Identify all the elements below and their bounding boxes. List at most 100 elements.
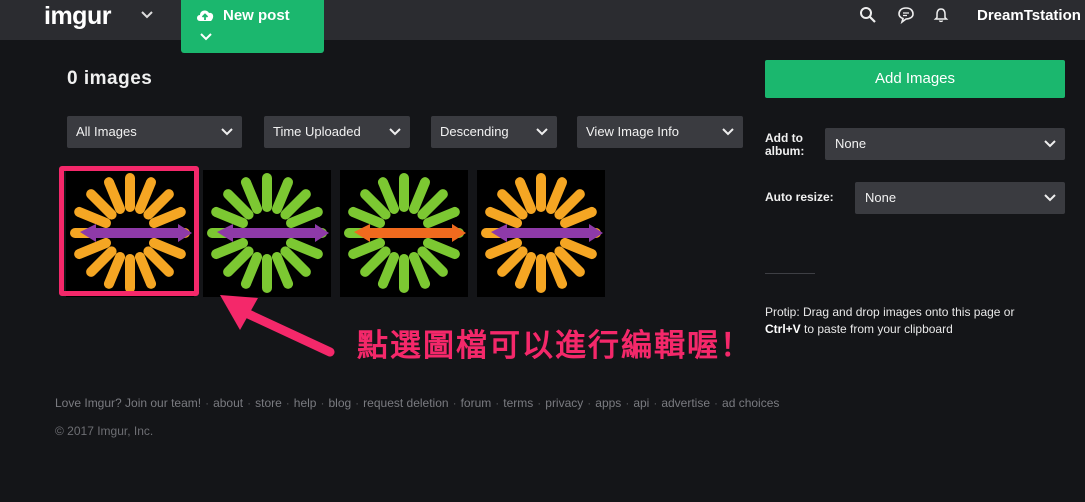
- spinner-spoke: [377, 252, 400, 289]
- selection-highlight-frame: [59, 166, 199, 296]
- footer-link[interactable]: advertise: [661, 396, 710, 410]
- spinner-spoke: [211, 237, 248, 260]
- spinner-spoke: [223, 246, 254, 277]
- dropdown-label: All Images: [76, 124, 137, 139]
- annotation-text: 點選圖檔可以進行編輯喔！: [357, 328, 753, 364]
- footer-separator: ·: [205, 396, 210, 410]
- image-thumbnail[interactable]: [477, 170, 605, 297]
- sort-time-dropdown[interactable]: Time Uploaded: [264, 116, 410, 148]
- album-label-line2: album:: [765, 144, 805, 158]
- arrow-bar-graphic: [491, 224, 603, 242]
- spinner-spoke: [417, 189, 448, 220]
- sort-order-dropdown[interactable]: Descending: [431, 116, 557, 148]
- spinner-spoke: [497, 246, 528, 277]
- dropdown-label: Descending: [440, 124, 509, 139]
- protip-tail: to paste from your clipboard: [800, 322, 953, 336]
- footer-separator: ·: [355, 396, 360, 410]
- footer-separator: ·: [495, 396, 500, 410]
- spinner-spoke: [223, 189, 254, 220]
- album-select-value: None: [835, 136, 867, 151]
- spinner-spoke: [423, 206, 460, 229]
- footer-link[interactable]: apps: [595, 396, 621, 410]
- spinner-spoke: [497, 189, 528, 220]
- chevron-down-icon: [1044, 194, 1056, 202]
- spinner-spoke: [360, 246, 391, 277]
- footer-link[interactable]: terms: [503, 396, 533, 410]
- footer-separator: ·: [587, 396, 592, 410]
- protip-lead: Protip: Drag and drop images onto this p…: [765, 305, 1015, 319]
- footer-link[interactable]: forum: [461, 396, 492, 410]
- filter-all-images-dropdown[interactable]: All Images: [67, 116, 242, 148]
- view-info-dropdown[interactable]: View Image Info: [577, 116, 743, 148]
- spinner-spoke: [408, 177, 431, 214]
- spinner-spoke: [286, 206, 323, 229]
- footer-link[interactable]: about: [213, 396, 243, 410]
- spinner-spoke: [280, 246, 311, 277]
- spinner-spoke: [554, 246, 585, 277]
- footer-separator: ·: [285, 396, 290, 410]
- spinner-spoke: [417, 246, 448, 277]
- footer-link[interactable]: ad choices: [722, 396, 779, 410]
- spinner-spoke: [377, 177, 400, 214]
- spinner-spoke: [554, 189, 585, 220]
- footer-link[interactable]: Love Imgur? Join our team!: [55, 396, 201, 410]
- spinner-spoke: [485, 237, 522, 260]
- spinner-spoke: [545, 252, 568, 289]
- spinner-spoke: [286, 237, 323, 260]
- footer-links: Love Imgur? Join our team! · about · store · h…: [55, 396, 779, 410]
- chevron-down-icon[interactable]: [140, 8, 154, 22]
- footer-link[interactable]: privacy: [545, 396, 583, 410]
- imgur-logo[interactable]: imgur: [44, 2, 111, 31]
- dropdown-label: View Image Info: [586, 124, 679, 139]
- cloud-upload-icon: [197, 10, 214, 21]
- resize-label: Auto resize:: [765, 190, 834, 204]
- arrow-bar-graphic: [217, 224, 329, 242]
- user-menu[interactable]: DreamTstation: [977, 7, 1081, 24]
- top-nav-bar: imgur New post DreamTstation: [0, 0, 1085, 53]
- chevron-down-icon: [536, 128, 548, 136]
- spinner-spoke: [423, 237, 460, 260]
- spinner-spoke: [514, 177, 537, 214]
- footer-separator: ·: [320, 396, 325, 410]
- footer-link[interactable]: request deletion: [363, 396, 448, 410]
- search-icon[interactable]: [859, 6, 877, 24]
- album-select[interactable]: None: [825, 128, 1065, 160]
- spinner-spoke: [545, 177, 568, 214]
- spinner-spoke: [271, 252, 294, 289]
- footer-separator: ·: [537, 396, 542, 410]
- spinner-spoke: [348, 237, 385, 260]
- resize-select-value: None: [865, 190, 897, 205]
- spinner-spoke: [560, 206, 597, 229]
- spinner-spoke: [485, 206, 522, 229]
- protip-key: Ctrl+V: [765, 322, 801, 336]
- image-thumbnail[interactable]: [340, 170, 468, 297]
- footer-separator: ·: [452, 396, 457, 410]
- chevron-down-icon: [221, 128, 233, 136]
- divider: [765, 273, 815, 274]
- chevron-down-icon: [722, 128, 734, 136]
- spinner-spoke: [560, 237, 597, 260]
- spinner-spoke: [408, 252, 431, 289]
- footer-link[interactable]: api: [633, 396, 649, 410]
- bell-icon[interactable]: [932, 6, 950, 24]
- chat-icon[interactable]: [897, 6, 915, 24]
- chevron-down-icon[interactable]: [199, 31, 213, 43]
- annotation-arrow-icon: [220, 295, 335, 357]
- image-thumbnail[interactable]: [203, 170, 331, 297]
- dropdown-label: Time Uploaded: [273, 124, 361, 139]
- footer-separator: ·: [247, 396, 252, 410]
- spinner-spoke: [271, 177, 294, 214]
- image-count: 0 images: [67, 68, 153, 89]
- spinner-spoke: [360, 189, 391, 220]
- add-images-button[interactable]: Add Images: [765, 60, 1065, 98]
- copyright: © 2017 Imgur, Inc.: [55, 424, 154, 438]
- footer-link[interactable]: help: [294, 396, 317, 410]
- footer-link[interactable]: store: [255, 396, 282, 410]
- spinner-spoke: [348, 206, 385, 229]
- chevron-down-icon: [1044, 140, 1056, 148]
- chevron-down-icon: [389, 128, 401, 136]
- footer-link[interactable]: blog: [328, 396, 351, 410]
- footer-separator: ·: [653, 396, 658, 410]
- new-post-button[interactable]: New post: [181, 0, 324, 53]
- auto-resize-select[interactable]: None: [855, 182, 1065, 214]
